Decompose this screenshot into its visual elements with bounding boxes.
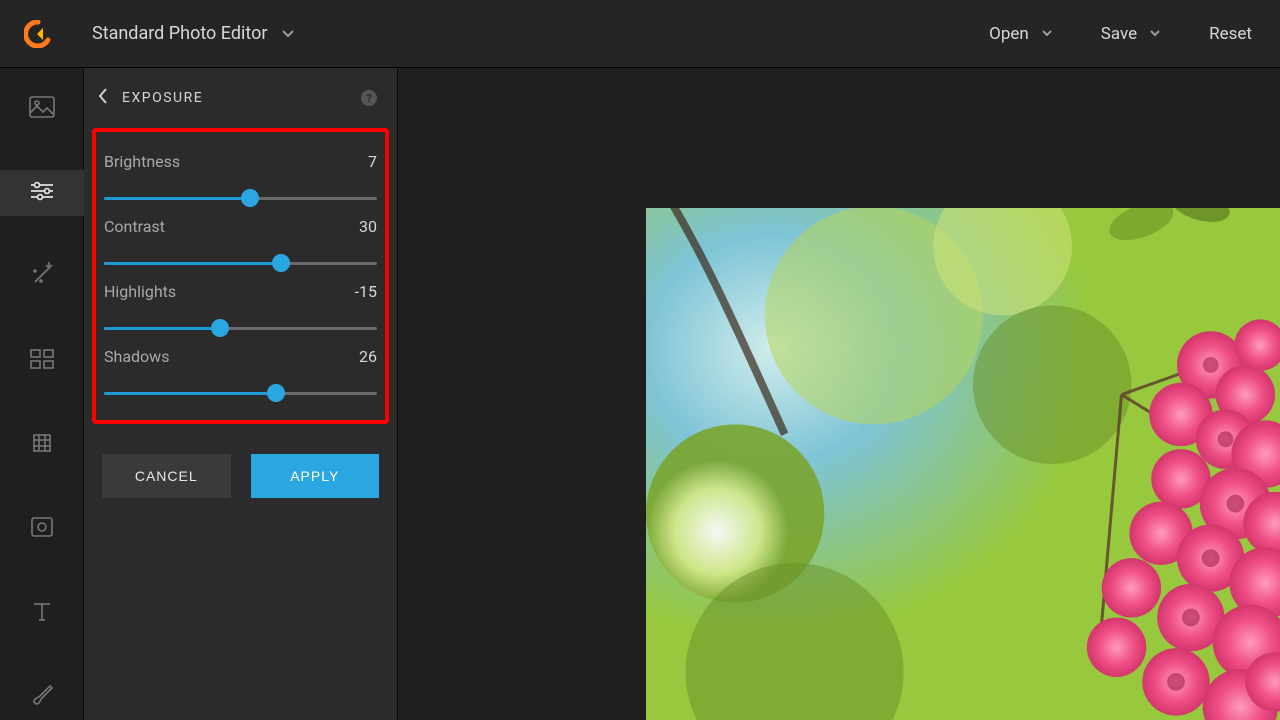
app-title-dropdown[interactable]: Standard Photo Editor xyxy=(92,23,295,44)
slider-track[interactable] xyxy=(104,254,377,272)
slider-thumb[interactable] xyxy=(211,319,229,337)
slider-value: 30 xyxy=(359,217,377,236)
photo-preview[interactable] xyxy=(646,208,1280,720)
slider-thumb[interactable] xyxy=(241,189,259,207)
slider-label: Highlights xyxy=(104,282,176,301)
reset-label: Reset xyxy=(1209,24,1252,44)
sidebar-item-effects[interactable] xyxy=(0,254,84,300)
chevron-down-icon xyxy=(1149,29,1161,38)
slider-value: -15 xyxy=(355,282,377,301)
text-icon xyxy=(31,600,53,626)
save-label: Save xyxy=(1101,24,1137,44)
crop-icon xyxy=(30,431,54,459)
reset-button[interactable]: Reset xyxy=(1209,24,1252,44)
slider-track[interactable] xyxy=(104,189,377,207)
sliders-icon xyxy=(29,181,55,205)
panel-title: EXPOSURE xyxy=(122,90,203,106)
tool-sidebar xyxy=(0,68,84,720)
slider-shadows: Shadows 26 xyxy=(102,337,379,402)
slider-label: Brightness xyxy=(104,152,180,171)
canvas-area xyxy=(398,68,1280,720)
slider-thumb[interactable] xyxy=(267,384,285,402)
slider-value: 26 xyxy=(359,347,377,366)
slider-thumb[interactable] xyxy=(272,254,290,272)
sidebar-item-basic-adjust[interactable] xyxy=(0,86,84,132)
slider-label: Shadows xyxy=(104,347,169,366)
slider-value: 7 xyxy=(368,152,377,171)
open-menu[interactable]: Open xyxy=(989,24,1053,44)
topbar-right: Open Save Reset xyxy=(989,24,1252,44)
sidebar-item-draw[interactable] xyxy=(0,674,84,720)
sidebar-item-crop[interactable] xyxy=(0,422,84,468)
image-icon xyxy=(29,96,55,122)
app-logo xyxy=(24,20,52,48)
slider-brightness: Brightness 7 xyxy=(102,142,379,207)
app-title-text: Standard Photo Editor xyxy=(92,23,267,44)
brush-icon xyxy=(30,684,54,710)
panel-buttons: CANCEL APPLY xyxy=(84,424,397,498)
apply-button[interactable]: APPLY xyxy=(251,454,380,498)
help-icon[interactable]: ? xyxy=(359,88,379,108)
topbar: Standard Photo Editor Open Save Reset xyxy=(0,0,1280,68)
sidebar-item-frame[interactable] xyxy=(0,506,84,552)
slider-track[interactable] xyxy=(104,384,377,402)
back-button[interactable] xyxy=(96,87,110,109)
slider-contrast: Contrast 30 xyxy=(102,207,379,272)
slider-track[interactable] xyxy=(104,319,377,337)
cancel-button[interactable]: CANCEL xyxy=(102,454,231,498)
slider-highlight-box: Brightness 7 Contrast 30 xyxy=(92,128,389,424)
open-label: Open xyxy=(989,24,1029,44)
slider-label: Contrast xyxy=(104,217,165,236)
chevron-down-icon xyxy=(281,29,295,39)
sidebar-item-text[interactable] xyxy=(0,590,84,636)
main-area: EXPOSURE ? Brightness 7 xyxy=(0,68,1280,720)
save-menu[interactable]: Save xyxy=(1101,24,1161,44)
camera-icon xyxy=(30,516,54,542)
sidebar-item-layout[interactable] xyxy=(0,338,84,384)
grid-icon xyxy=(30,349,54,373)
sidebar-item-tune[interactable] xyxy=(0,170,84,216)
wand-icon xyxy=(29,262,55,292)
chevron-down-icon xyxy=(1041,29,1053,38)
exposure-panel: EXPOSURE ? Brightness 7 xyxy=(84,68,398,720)
svg-text:?: ? xyxy=(366,92,372,105)
panel-header: EXPOSURE ? xyxy=(84,68,397,128)
slider-highlights: Highlights -15 xyxy=(102,272,379,337)
